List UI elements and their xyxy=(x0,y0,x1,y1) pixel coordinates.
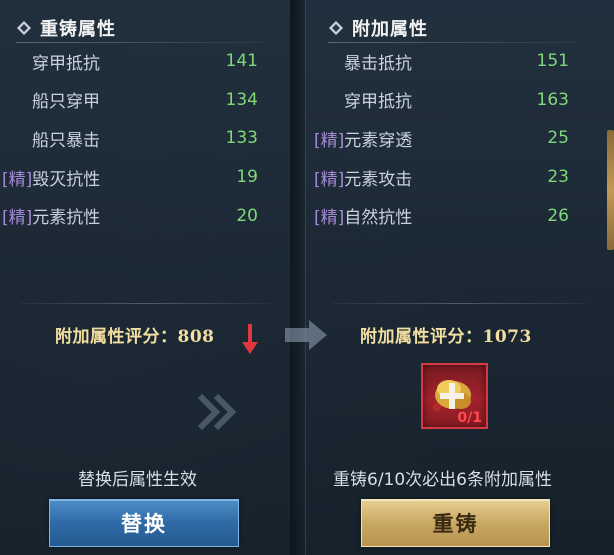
additional-score: 附加属性评分：1073 xyxy=(360,326,532,347)
attribute-row-refined: [精]元素抗性 20 xyxy=(0,196,290,235)
section-divider xyxy=(20,303,270,304)
score-decrease-arrow-icon xyxy=(240,322,260,356)
attribute-row-refined: [精]元素攻击 23 xyxy=(312,158,612,197)
attribute-name: [精]毁灭抗性 xyxy=(2,169,101,190)
attribute-name: [精]元素抗性 xyxy=(2,208,101,229)
attribute-value: 141 xyxy=(225,51,258,72)
attribute-value: 151 xyxy=(536,51,569,72)
attribute-row: 穿甲抵抗 163 xyxy=(312,81,612,120)
panel-divider xyxy=(290,0,305,555)
reforge-material-slot[interactable]: 0/1 xyxy=(421,363,488,429)
diamond-bullet-icon xyxy=(328,20,344,36)
reforge-hint: 重铸6/10次必出6条附加属性 xyxy=(333,470,552,490)
attribute-value: 26 xyxy=(547,205,569,226)
attribute-value: 134 xyxy=(225,89,258,110)
refined-tag: [精] xyxy=(314,169,345,190)
additional-attribute-list: 暴击抵抗 151 穿甲抵抗 163 [精]元素穿透 25 [精]元素攻击 23 … xyxy=(312,42,612,235)
replace-button[interactable]: 替换 xyxy=(49,499,239,547)
diamond-bullet-icon xyxy=(16,20,32,36)
attribute-row: 船只暴击 133 xyxy=(0,119,290,158)
attribute-name: [精]自然抗性 xyxy=(314,208,413,229)
refined-tag: [精] xyxy=(314,130,345,151)
reforge-attributes-header: 重铸属性 xyxy=(16,14,116,42)
attribute-name: 船只穿甲 xyxy=(32,92,100,113)
additional-attributes-header: 附加属性 xyxy=(328,14,428,42)
material-count: 0/1 xyxy=(457,410,482,426)
attribute-name: 穿甲抵抗 xyxy=(344,92,412,113)
attribute-row: 穿甲抵抗 141 xyxy=(0,42,290,81)
attribute-value: 20 xyxy=(236,205,258,226)
replace-hint: 替换后属性生效 xyxy=(78,470,197,490)
additional-attributes-title: 附加属性 xyxy=(352,19,428,40)
attribute-value: 23 xyxy=(547,167,569,188)
attribute-row-refined: [精]自然抗性 26 xyxy=(312,196,612,235)
attribute-name: 暴击抵抗 xyxy=(344,53,412,74)
attribute-name: [精]元素攻击 xyxy=(314,169,413,190)
background-chevron-icon xyxy=(196,392,240,432)
attribute-value: 163 xyxy=(536,89,569,110)
attribute-value: 133 xyxy=(225,128,258,149)
attribute-name: 穿甲抵抗 xyxy=(32,53,100,74)
transfer-arrow-icon xyxy=(285,318,329,352)
attribute-value: 25 xyxy=(547,128,569,149)
refined-tag: [精] xyxy=(2,169,33,190)
attribute-row: 暴击抵抗 151 xyxy=(312,42,612,81)
reforge-button[interactable]: 重铸 xyxy=(361,499,550,547)
attribute-row: 船只穿甲 134 xyxy=(0,81,290,120)
reforge-attributes-title: 重铸属性 xyxy=(40,19,116,40)
attribute-name: [精]元素穿透 xyxy=(314,130,413,151)
attribute-row-refined: [精]元素穿透 25 xyxy=(312,119,612,158)
refined-tag: [精] xyxy=(314,208,345,229)
attribute-row-refined: [精]毁灭抗性 19 xyxy=(0,158,290,197)
attribute-name: 船只暴击 xyxy=(32,130,100,151)
reforge-attribute-list: 穿甲抵抗 141 船只穿甲 134 船只暴击 133 [精]毁灭抗性 19 [精… xyxy=(0,42,290,235)
attribute-value: 19 xyxy=(236,167,258,188)
reforge-score: 附加属性评分：808 xyxy=(55,326,215,347)
section-divider xyxy=(332,303,587,304)
scrollbar-thumb[interactable] xyxy=(607,130,614,250)
refined-tag: [精] xyxy=(2,208,33,229)
